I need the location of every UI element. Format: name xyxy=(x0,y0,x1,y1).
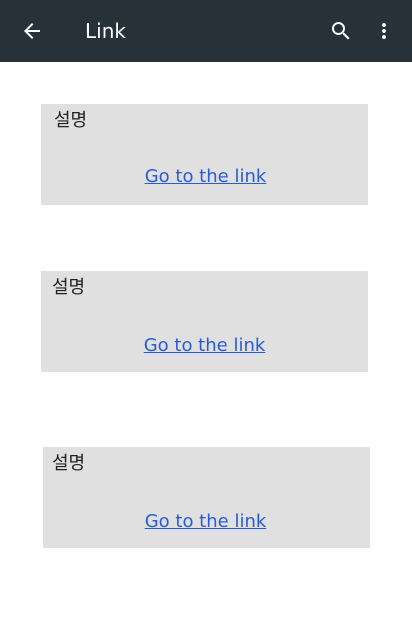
search-icon[interactable] xyxy=(329,19,353,43)
go-to-link[interactable]: Go to the link xyxy=(41,335,368,357)
link-card: 설명 Go to the link xyxy=(41,104,368,205)
more-vert-icon[interactable] xyxy=(372,19,396,43)
go-to-link[interactable]: Go to the link xyxy=(43,511,370,533)
card-description: 설명 xyxy=(52,453,86,474)
arrow-left-icon[interactable] xyxy=(20,19,44,43)
go-to-link[interactable]: Go to the link xyxy=(41,166,368,188)
card-description: 설명 xyxy=(52,277,86,298)
link-card: 설명 Go to the link xyxy=(41,271,368,372)
link-card: 설명 Go to the link xyxy=(43,447,370,548)
card-description: 설명 xyxy=(54,110,88,131)
app-bar: Link xyxy=(0,0,412,62)
app-bar-title: Link xyxy=(85,19,126,43)
